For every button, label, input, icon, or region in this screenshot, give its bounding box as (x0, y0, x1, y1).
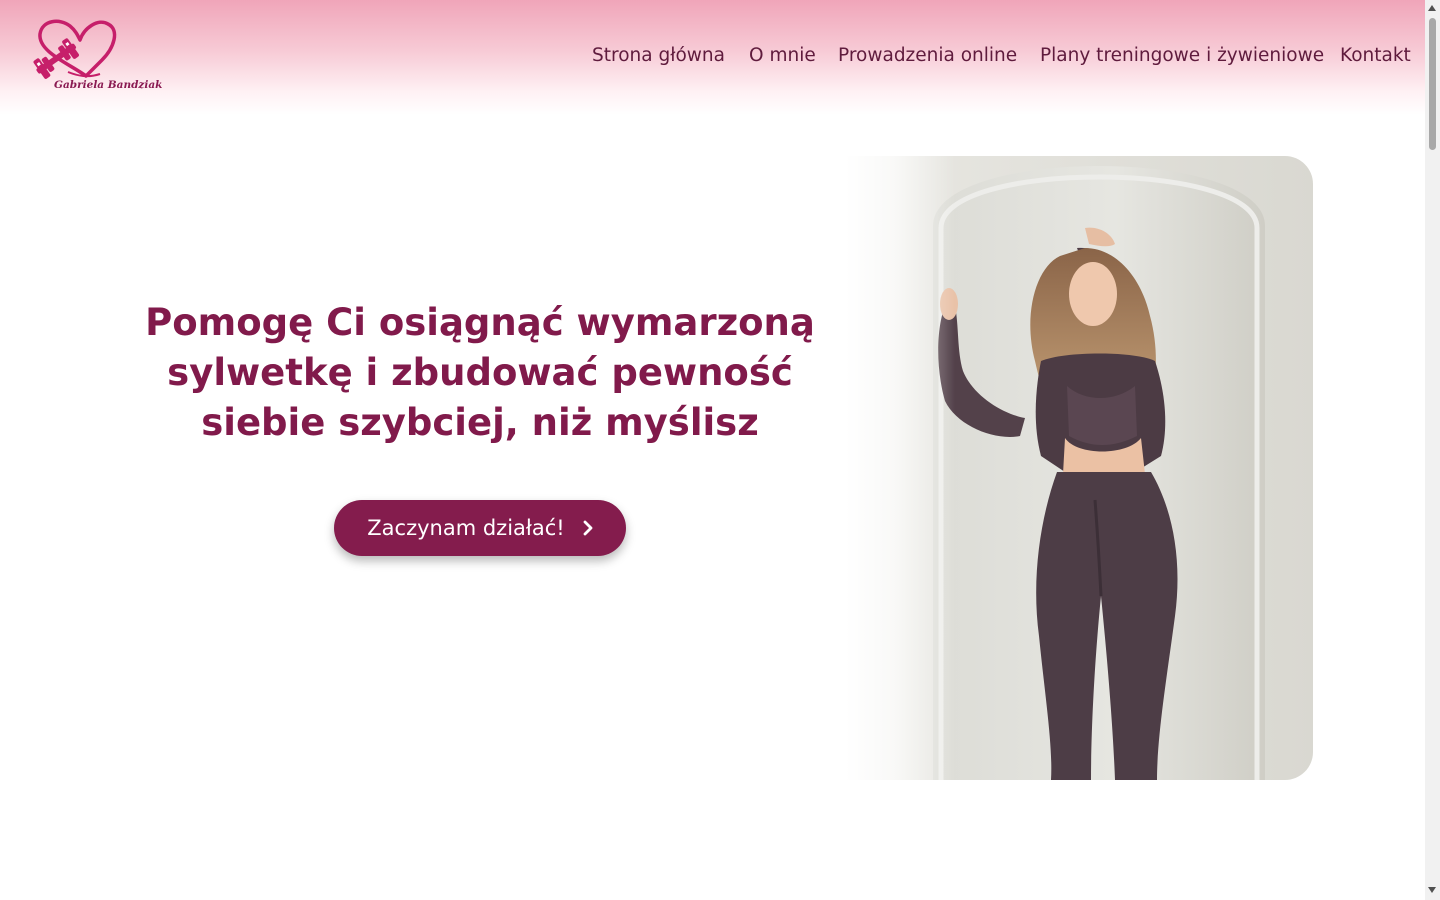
scrollbar-thumb[interactable] (1429, 18, 1436, 150)
hero-photo (845, 156, 1313, 780)
scroll-up-arrow-icon[interactable] (1428, 5, 1436, 11)
scroll-down-arrow-icon[interactable] (1428, 887, 1436, 893)
hero-title: Pomogę Ci osiągnąć wymarzoną sylwetkę i … (145, 301, 815, 444)
cta-label: Zaczynam działać! (367, 516, 565, 540)
main-nav: Strona główna O mnie Prowadzenia online … (0, 45, 1425, 71)
site-header: Gabriela Bandziak Strona główna O mnie P… (0, 0, 1425, 115)
nav-item-contact[interactable]: Kontakt (1340, 45, 1411, 66)
start-cta-button[interactable]: Zaczynam działać! (334, 500, 626, 556)
nav-item-home[interactable]: Strona główna (592, 45, 725, 66)
photo-left-fade (845, 156, 955, 780)
page-scrollbar[interactable] (1425, 0, 1440, 900)
chevron-right-icon (583, 520, 593, 536)
nav-item-about[interactable]: O mnie (749, 45, 816, 66)
nav-item-online-coaching[interactable]: Prowadzenia online (838, 45, 1017, 66)
logo-text: Gabriela Bandziak (54, 79, 163, 91)
nav-item-plans[interactable]: Plany treningowe i żywieniowe (1040, 45, 1324, 66)
